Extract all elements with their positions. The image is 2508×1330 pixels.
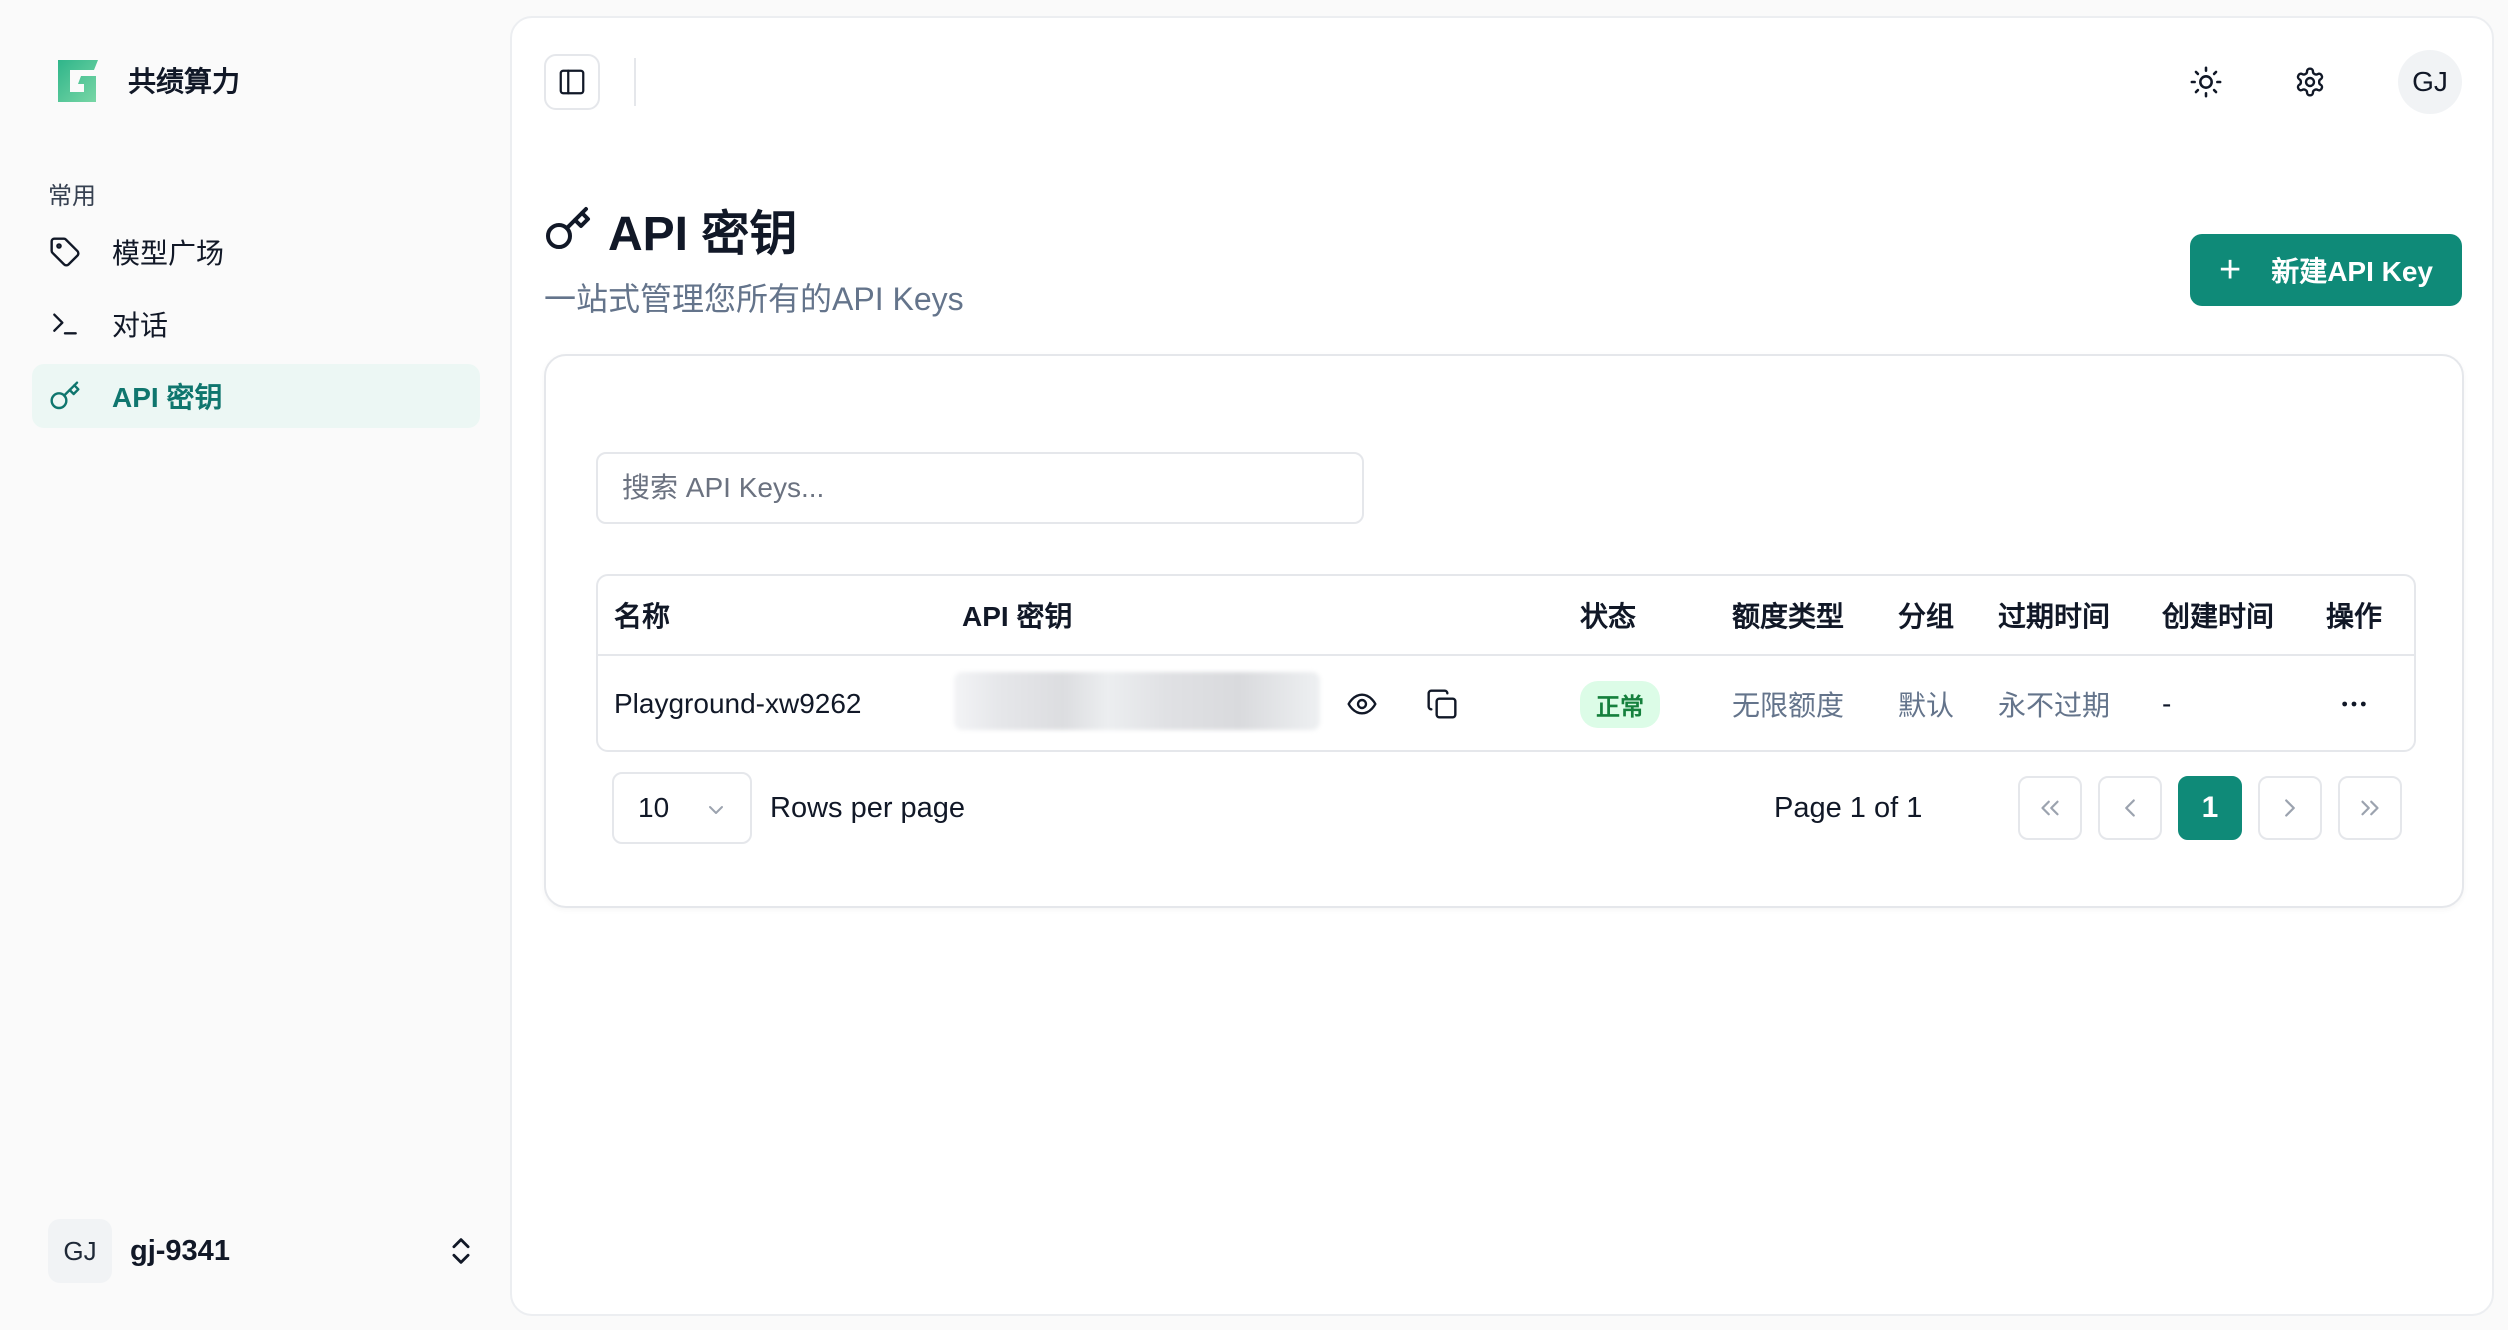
new-api-key-button[interactable]: + 新建API Key (2190, 234, 2462, 306)
column-header-group[interactable]: 分组 (1898, 576, 1954, 654)
section-label: 常用 (48, 183, 96, 210)
theme-toggle-button[interactable] (2178, 54, 2234, 110)
main-panel: GJ API 密钥 一站式管理您所有的API Keys + 新建API Key … (510, 16, 2494, 1316)
column-header-key[interactable]: API 密钥 (962, 576, 1072, 654)
rows-per-page-label: Rows per page (770, 791, 966, 824)
page-subtitle: 一站式管理您所有的API Keys (544, 281, 964, 317)
plus-icon: + (2218, 249, 2242, 291)
sidebar-item-label: 对话 (112, 310, 169, 341)
column-header-name[interactable]: 名称 (614, 576, 670, 654)
previous-page-button[interactable] (2098, 776, 2162, 840)
sidebar-item-api-keys[interactable]: API 密钥 (32, 364, 480, 428)
panel-left-icon (559, 69, 585, 95)
row-actions-button[interactable] (2334, 684, 2374, 724)
copy-key-button[interactable] (1422, 684, 1462, 724)
chevron-down-icon (709, 806, 723, 814)
user-avatar-button[interactable]: GJ (2398, 50, 2462, 114)
sidebar-toggle-button[interactable] (544, 54, 600, 110)
page-title-text: API 密钥 (608, 208, 798, 261)
chevrons-left-icon (2041, 800, 2059, 816)
rows-per-page-value: 10 (638, 792, 670, 823)
tag-icon (48, 235, 82, 269)
group: 默认 (1898, 690, 1955, 721)
key-name: Playground-xw9262 (614, 688, 862, 719)
page-title: API 密钥 (544, 194, 797, 264)
first-page-button[interactable] (2018, 776, 2082, 840)
new-api-key-label: 新建API Key (2271, 256, 2434, 287)
chevrons-right-icon (2361, 800, 2379, 816)
masked-api-key (954, 672, 1320, 730)
column-header-actions: 操作 (2326, 601, 2383, 632)
gear-icon (2296, 67, 2324, 97)
created-time: - (2162, 688, 2172, 719)
sidebar: 共绩算力 常用 模型广场 对话 API 密钥 GJ gj-9341 (0, 0, 510, 1330)
sidebar-nav: 模型广场 对话 API 密钥 (32, 220, 480, 436)
show-key-button[interactable] (1342, 684, 1382, 724)
api-keys-table: 名称 API 密钥 状态 额度类型 分组 过期时间 创建时间 操作 Playgr… (596, 574, 2416, 752)
topbar-divider (634, 58, 636, 106)
api-keys-card: 名称 API 密钥 状态 额度类型 分组 过期时间 创建时间 操作 Playgr… (544, 354, 2464, 908)
page-button-current[interactable]: 1 (2178, 776, 2242, 840)
avatar: GJ (48, 1219, 112, 1283)
user-name: gj-9341 (130, 1234, 230, 1267)
last-page-button[interactable] (2338, 776, 2402, 840)
status-cell: 正常 (1580, 656, 1660, 750)
chevron-left-icon (2125, 799, 2135, 817)
copy-icon (1427, 689, 1457, 719)
brand[interactable]: 共绩算力 (50, 52, 240, 108)
expire-time: 永不过期 (1998, 690, 2111, 721)
sun-icon (2190, 66, 2222, 98)
search-input[interactable] (596, 452, 1364, 524)
chevrons-up-down-icon (452, 1238, 470, 1264)
eye-icon (1347, 693, 1377, 715)
app-root: 共绩算力 常用 模型广场 对话 API 密钥 GJ gj-9341 GJ API… (0, 0, 2508, 1330)
rows-per-page-select[interactable]: 10 (612, 772, 752, 844)
status-badge: 正常 (1580, 680, 1660, 728)
table-header: 名称 API 密钥 状态 额度类型 分组 过期时间 创建时间 操作 (598, 576, 2414, 656)
quota-type: 无限额度 (1732, 690, 1845, 721)
column-header-quota-type[interactable]: 额度类型 (1732, 576, 1844, 654)
sidebar-item-chat[interactable]: 对话 (32, 292, 480, 356)
key-icon (48, 379, 82, 413)
user-switcher[interactable]: GJ gj-9341 (48, 1218, 478, 1284)
column-header-status[interactable]: 状态 (1580, 576, 1636, 654)
column-header-expire[interactable]: 过期时间 (1998, 576, 2110, 654)
settings-button[interactable] (2282, 54, 2338, 110)
more-horizontal-icon (2342, 701, 2366, 707)
sidebar-item-label: API 密钥 (112, 382, 223, 413)
chevron-right-icon (2285, 799, 2295, 817)
table-row: Playground-xw9262 正常 无限额度 默认 永不过期 - (598, 656, 2414, 750)
terminal-icon (48, 307, 82, 341)
brand-logo-icon (58, 60, 98, 102)
key-icon (546, 207, 590, 249)
page-info: Page 1 of 1 (1774, 791, 1923, 824)
sidebar-item-label: 模型广场 (112, 238, 225, 269)
brand-name: 共绩算力 (128, 66, 241, 97)
column-header-created[interactable]: 创建时间 (2162, 576, 2274, 654)
next-page-button[interactable] (2258, 776, 2322, 840)
sidebar-item-models[interactable]: 模型广场 (32, 220, 480, 284)
